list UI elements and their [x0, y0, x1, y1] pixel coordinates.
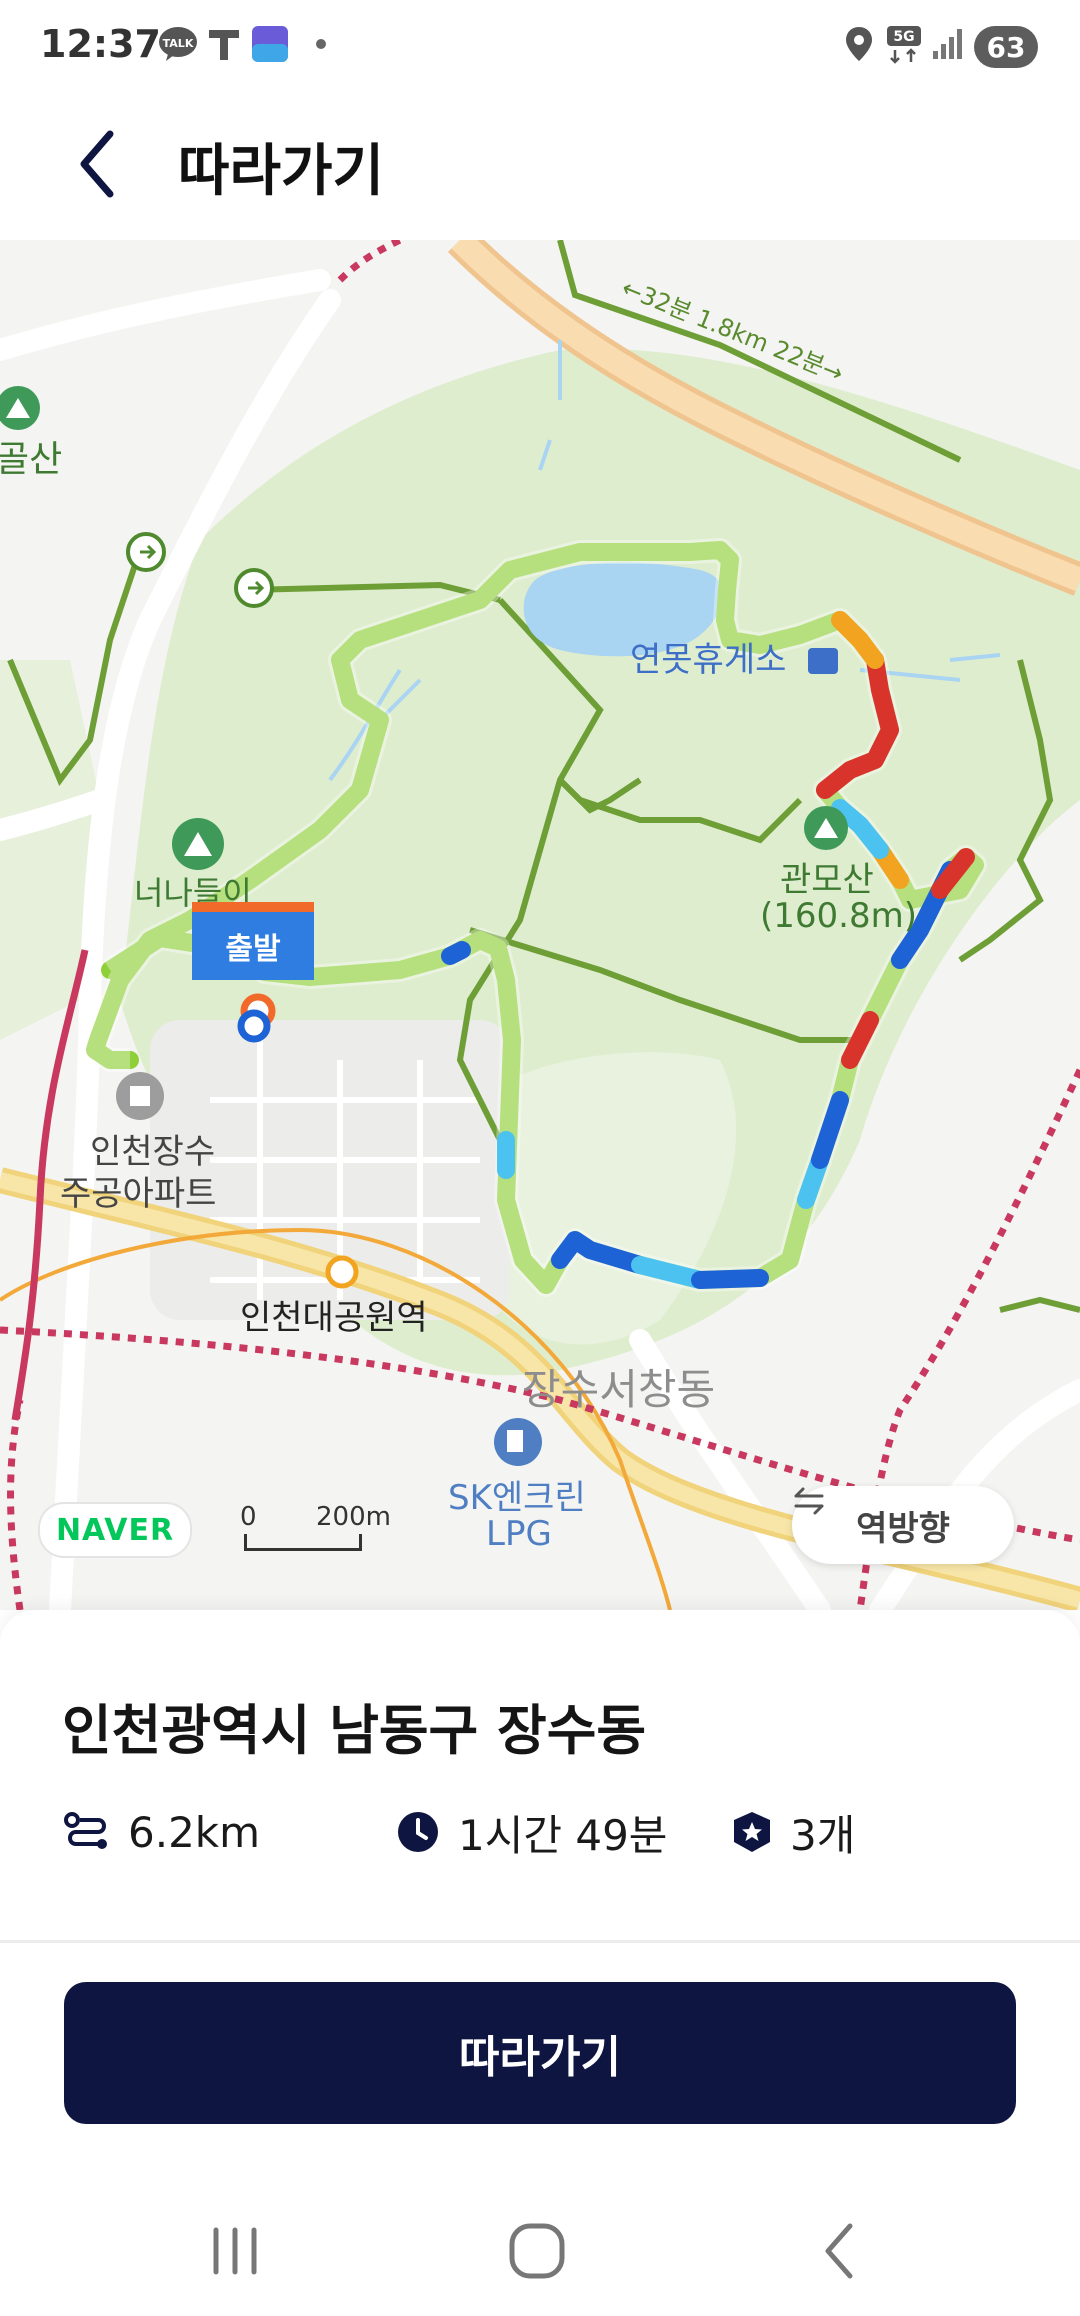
scale-bar — [244, 1534, 362, 1551]
region-title: 인천광역시 남동구 장수동 — [62, 1699, 647, 1762]
duration-value: 1시간 49분 — [458, 1810, 668, 1860]
start-label: 출발 — [192, 902, 314, 980]
divider — [0, 1940, 1080, 1943]
swap-arrows-icon — [794, 1487, 824, 1515]
network-5g-icon: 5G — [884, 24, 924, 64]
stat-duration: 1시간 49분 — [396, 1802, 667, 1862]
district-label: 장수서창동 — [522, 1365, 716, 1414]
place-label: 인천대공원역 — [240, 1298, 428, 1338]
signal-icon — [930, 24, 966, 64]
system-back-button[interactable] — [806, 2216, 876, 2286]
dot-icon — [314, 24, 328, 64]
back-button[interactable] — [62, 124, 142, 204]
station-icon — [325, 1255, 359, 1289]
reverse-direction-button[interactable]: 역방향 — [792, 1486, 1014, 1564]
distance-value: 6.2km — [128, 1807, 261, 1857]
stat-count: 3개 — [732, 1802, 855, 1862]
follow-button[interactable]: 따라가기 — [64, 1982, 1016, 2124]
battery-indicator: 63 — [974, 26, 1038, 68]
page-title: 따라가기 — [178, 139, 385, 204]
home-button[interactable] — [502, 2216, 572, 2286]
back-arrow-icon — [80, 130, 114, 198]
count-value: 3개 — [790, 1810, 856, 1860]
reverse-label: 역방향 — [856, 1508, 950, 1549]
scale-zero: 0 — [240, 1502, 257, 1532]
mountain-icon — [0, 386, 40, 430]
app-bar: 따라가기 — [0, 96, 1080, 240]
location-icon — [842, 24, 876, 64]
route-map[interactable]: ←32분 1.8km 22분→ 골산 연못휴게소 관모산 (160.8m) 너나… — [0, 240, 1080, 1610]
trail-marker-icon — [234, 568, 274, 608]
kakaotalk-icon: TALK — [156, 24, 200, 64]
svg-text:TALK: TALK — [163, 37, 194, 50]
place-label: 골산 — [0, 439, 63, 480]
recent-apps-icon — [213, 2227, 257, 2275]
place-label: SK엔크린 — [448, 1478, 586, 1518]
chevron-left-icon — [825, 2223, 853, 2279]
place-label: LPG — [486, 1514, 552, 1554]
place-label: (160.8m) — [760, 896, 917, 936]
status-time: 12:37 — [40, 22, 161, 66]
trail-marker-icon — [126, 532, 166, 572]
app-hub-icon — [250, 24, 290, 64]
place-label: 주공아파트 — [60, 1174, 217, 1214]
observatory-icon — [804, 806, 848, 850]
system-navigation-bar — [0, 2176, 1080, 2316]
status-bar: 12:37 TALK 5G 63 — [0, 0, 1080, 96]
home-icon — [509, 2223, 565, 2279]
stat-distance: 6.2km — [64, 1802, 260, 1862]
apartment-icon — [116, 1072, 164, 1120]
tmap-icon — [206, 24, 242, 64]
route-stats: 6.2km 1시간 49분 3개 — [64, 1802, 1024, 1862]
naver-logo: NAVER — [38, 1502, 192, 1558]
recent-apps-button[interactable] — [200, 2216, 270, 2286]
place-label: 관모산 — [780, 860, 874, 900]
clock-icon — [398, 1812, 438, 1852]
start-pin — [237, 993, 276, 1043]
route-icon — [64, 1812, 107, 1849]
info-icon — [808, 648, 838, 674]
map-scale: 0 200m — [240, 1502, 391, 1558]
place-label: 연못휴게소 — [630, 640, 787, 680]
camp-icon — [172, 818, 224, 870]
svg-text:5G: 5G — [893, 29, 914, 45]
badge-star-icon — [734, 1812, 770, 1852]
scale-label: 200m — [316, 1502, 391, 1532]
gas-station-icon — [494, 1418, 542, 1466]
